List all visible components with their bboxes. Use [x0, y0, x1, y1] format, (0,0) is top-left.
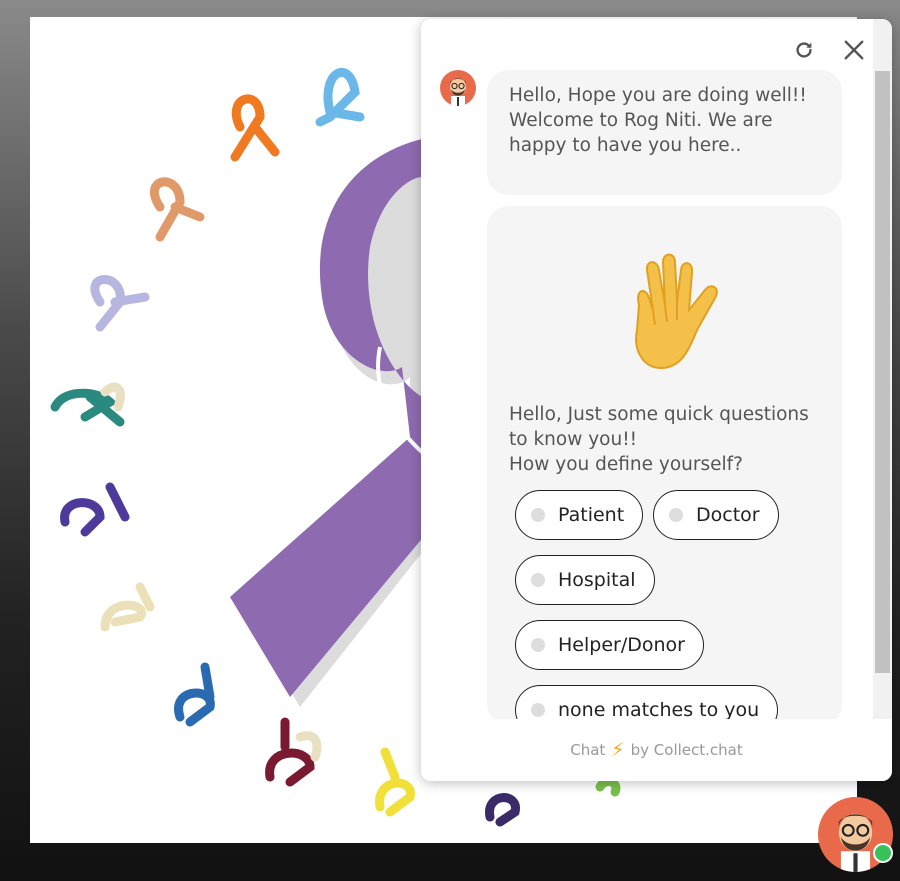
option-label: none matches to you [558, 699, 760, 719]
refresh-icon [796, 42, 812, 58]
chat-footer[interactable]: Chat ⚡ by Collect.chat [421, 719, 892, 781]
question-line-1: Hello, Just some quick questions [509, 404, 809, 425]
radio-dot-icon [531, 508, 545, 522]
option-hospital[interactable]: Hospital [515, 555, 655, 605]
option-label: Patient [558, 504, 625, 526]
question-text: Hello, Just some quick questions to know… [509, 402, 829, 477]
option-label: Hospital [558, 569, 636, 591]
bot-avatar-face-icon [450, 78, 466, 106]
footer-prefix: Chat [570, 741, 606, 759]
online-status-indicator [873, 843, 893, 863]
option-none-matches[interactable]: none matches to you [515, 685, 779, 719]
option-doctor[interactable]: Doctor [653, 490, 779, 540]
close-icon [844, 40, 864, 60]
refresh-button[interactable] [789, 35, 819, 65]
question-line-2: to know you!! [509, 429, 638, 450]
close-button[interactable] [839, 35, 869, 65]
greeting-line-1: Hello, Hope you are doing well!! [509, 85, 807, 106]
greeting-message: Hello, Hope you are doing well!! Welcome… [487, 70, 842, 195]
option-helper-donor[interactable]: Helper/Donor [515, 620, 704, 670]
scrollbar[interactable] [873, 19, 892, 719]
chat-widget: Hello, Hope you are doing well!! Welcome… [421, 19, 892, 781]
waving-hand-icon [635, 253, 718, 370]
lightning-icon: ⚡ [611, 739, 625, 761]
option-label: Helper/Donor [558, 634, 685, 656]
radio-dot-icon [669, 508, 683, 522]
radio-dot-icon [531, 638, 545, 652]
greeting-line-2: Welcome to Rog Niti. We are [509, 110, 773, 131]
scrollbar-thumb[interactable] [875, 71, 890, 673]
question-line-3: How you define yourself? [509, 454, 743, 475]
footer-suffix: by Collect.chat [630, 741, 743, 759]
greeting-line-3: happy to have you here.. [509, 135, 742, 156]
bot-avatar [440, 70, 476, 106]
radio-dot-icon [531, 573, 545, 587]
option-label: Doctor [696, 504, 760, 526]
chat-messages: Hello, Hope you are doing well!! Welcome… [421, 19, 873, 719]
option-patient[interactable]: Patient [515, 490, 644, 540]
radio-dot-icon [531, 703, 545, 717]
